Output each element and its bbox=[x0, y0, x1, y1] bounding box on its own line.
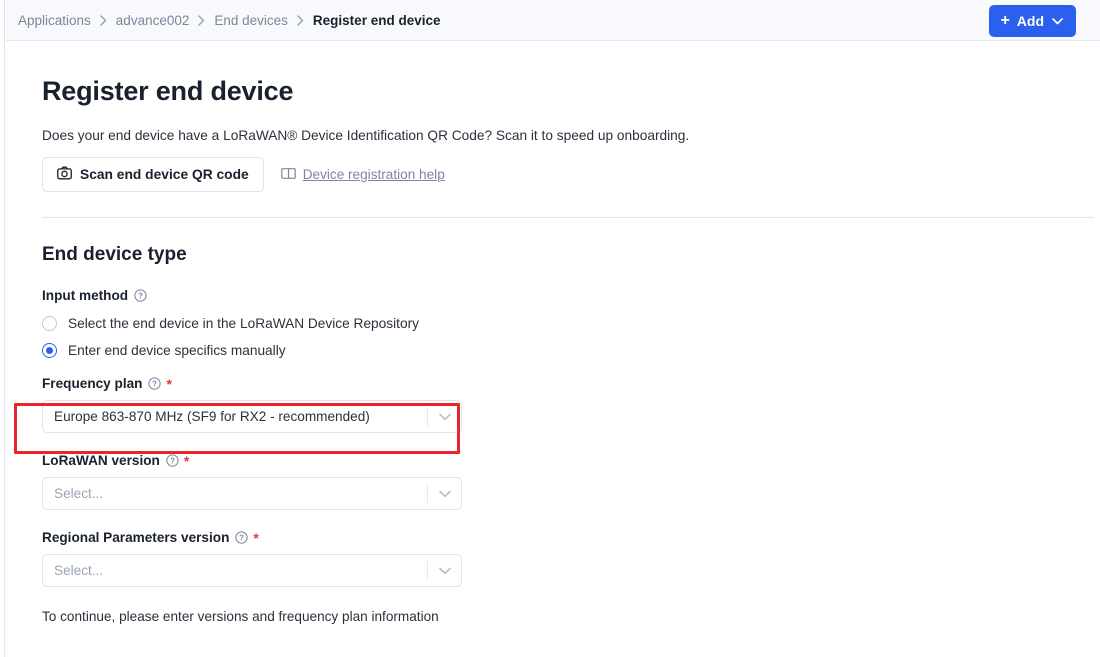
lorawan-version-label-text: LoRaWAN version bbox=[42, 453, 160, 468]
lorawan-version-label: LoRaWAN version ? * bbox=[42, 453, 1082, 468]
frequency-plan-value: Europe 863-870 MHz (SF9 for RX2 - recomm… bbox=[54, 409, 370, 424]
question-circle-icon[interactable]: ? bbox=[166, 454, 179, 467]
chevron-down-icon[interactable] bbox=[428, 490, 461, 498]
breadcrumb-item-advance002[interactable]: advance002 bbox=[116, 13, 190, 28]
scan-qr-code-label: Scan end device QR code bbox=[80, 167, 249, 182]
chevron-down-icon[interactable] bbox=[428, 567, 461, 575]
lorawan-version-value: Select... bbox=[54, 486, 104, 501]
input-method-label: Input method ? bbox=[42, 288, 1082, 303]
book-icon bbox=[280, 167, 296, 183]
chevron-down-icon bbox=[1052, 17, 1063, 25]
regional-parameters-version-label-text: Regional Parameters version bbox=[42, 530, 230, 545]
radio-unchecked-icon[interactable] bbox=[42, 316, 57, 331]
chevron-right-icon bbox=[100, 14, 107, 26]
svg-text:?: ? bbox=[153, 380, 158, 389]
scan-qr-code-button[interactable]: Scan end device QR code bbox=[42, 157, 264, 192]
breadcrumb: Applications advance002 End devices Regi… bbox=[18, 13, 440, 28]
svg-text:?: ? bbox=[170, 457, 175, 466]
input-method-option-repository[interactable]: Select the end device in the LoRaWAN Dev… bbox=[42, 316, 1082, 331]
page-title: Register end device bbox=[42, 76, 294, 106]
input-method-option-manual[interactable]: Enter end device specifics manually bbox=[42, 343, 1082, 358]
camera-icon bbox=[57, 166, 72, 183]
form-footnote: To continue, please enter versions and f… bbox=[42, 609, 439, 624]
question-circle-icon[interactable]: ? bbox=[134, 289, 147, 302]
svg-text:?: ? bbox=[138, 292, 143, 301]
required-marker: * bbox=[253, 529, 259, 546]
required-marker: * bbox=[183, 452, 190, 469]
chevron-right-icon bbox=[297, 14, 304, 26]
breadcrumb-item-applications[interactable]: Applications bbox=[18, 13, 91, 28]
required-marker: * bbox=[166, 375, 172, 392]
plus-icon: + bbox=[1000, 12, 1010, 29]
chevron-right-icon bbox=[198, 14, 205, 26]
add-button-label: Add bbox=[1016, 13, 1044, 29]
frequency-plan-select[interactable]: Europe 863-870 MHz (SF9 for RX2 - recomm… bbox=[42, 400, 462, 433]
sidebar-edge bbox=[0, 0, 5, 657]
input-method-option-repository-label: Select the end device in the LoRaWAN Dev… bbox=[68, 316, 419, 331]
breadcrumb-item-register-end-device: Register end device bbox=[312, 12, 441, 28]
qr-actions-row: Scan end device QR code Device registrat… bbox=[42, 157, 1082, 192]
register-end-device-page: Applications advance002 End devices Regi… bbox=[0, 0, 1100, 657]
regional-parameters-version-value: Select... bbox=[54, 563, 104, 578]
regional-parameters-version-label: Regional Parameters version ? * bbox=[42, 530, 1082, 545]
lorawan-version-select[interactable]: Select... bbox=[42, 477, 462, 510]
device-registration-help-link[interactable]: Device registration help bbox=[280, 167, 445, 183]
svg-text:?: ? bbox=[239, 534, 244, 543]
add-button[interactable]: + Add bbox=[989, 5, 1076, 37]
intro-text: Does your end device have a LoRaWAN® Dev… bbox=[42, 128, 690, 143]
frequency-plan-label-text: Frequency plan bbox=[42, 376, 143, 391]
top-bar: Applications advance002 End devices Regi… bbox=[6, 0, 1100, 41]
device-registration-help-label: Device registration help bbox=[302, 167, 445, 182]
end-device-type-heading: End device type bbox=[42, 244, 187, 265]
regional-parameters-version-select[interactable]: Select... bbox=[42, 554, 462, 587]
frequency-plan-label: Frequency plan ? * bbox=[42, 376, 1082, 391]
question-circle-icon[interactable]: ? bbox=[235, 531, 249, 544]
breadcrumb-item-end-devices[interactable]: End devices bbox=[214, 13, 288, 28]
chevron-down-icon[interactable] bbox=[428, 413, 461, 421]
main-content: Register end device Does your end device… bbox=[6, 41, 1100, 657]
input-method-label-text: Input method bbox=[42, 288, 129, 303]
question-circle-icon[interactable]: ? bbox=[148, 377, 162, 390]
section-divider bbox=[42, 217, 1094, 218]
radio-checked-icon[interactable] bbox=[42, 343, 57, 358]
input-method-option-manual-label: Enter end device specifics manually bbox=[68, 343, 286, 358]
